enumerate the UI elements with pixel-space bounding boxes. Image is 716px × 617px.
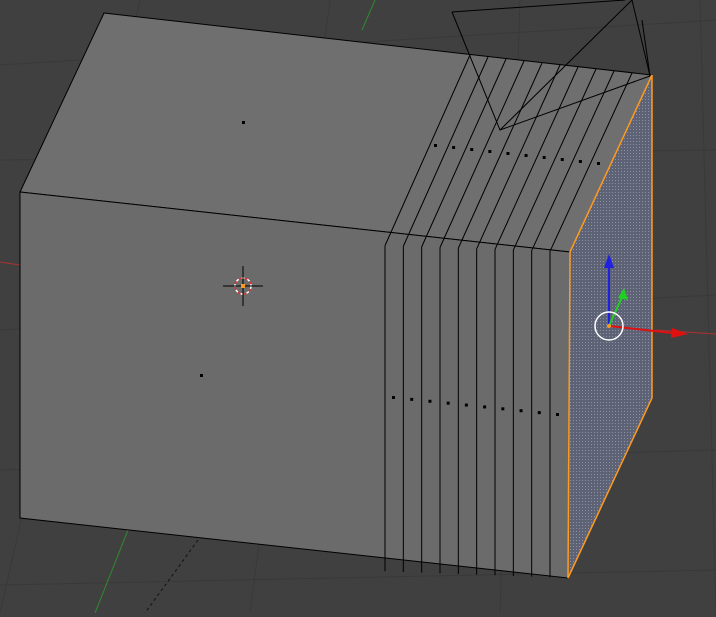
manipulator-x-arrow-icon[interactable] — [671, 328, 688, 338]
x-axis-line — [0, 261, 21, 266]
y-axis-line — [361, 0, 376, 31]
viewport-canvas[interactable] — [0, 0, 716, 614]
mesh-front-face[interactable] — [19, 191, 571, 579]
face-dot — [434, 144, 437, 147]
mesh-object[interactable] — [19, 12, 653, 579]
face-dot-top — [242, 121, 245, 124]
3d-viewport[interactable] — [0, 0, 716, 614]
face-dot — [446, 401, 450, 405]
face-dot — [483, 405, 487, 409]
face-dot — [556, 413, 559, 416]
face-dot — [560, 158, 564, 161]
face-dot — [410, 397, 414, 401]
face-dot — [488, 150, 492, 153]
dashed-relationship-line — [144, 539, 199, 614]
face-dot — [524, 154, 528, 157]
y-axis-line-lower — [94, 529, 129, 614]
face-dot — [470, 148, 474, 151]
face-dot — [464, 403, 468, 407]
face-dot-front — [200, 374, 203, 377]
face-dot — [452, 146, 456, 149]
face-dot — [597, 162, 600, 165]
face-dot — [428, 399, 432, 403]
face-dot — [506, 152, 510, 155]
face-dot — [392, 396, 395, 399]
face-dot — [537, 411, 541, 415]
face-dot — [501, 407, 505, 411]
manipulator-origin-dot — [607, 324, 611, 328]
face-dot — [519, 409, 523, 413]
face-dot — [542, 156, 546, 159]
face-dot — [578, 160, 582, 163]
